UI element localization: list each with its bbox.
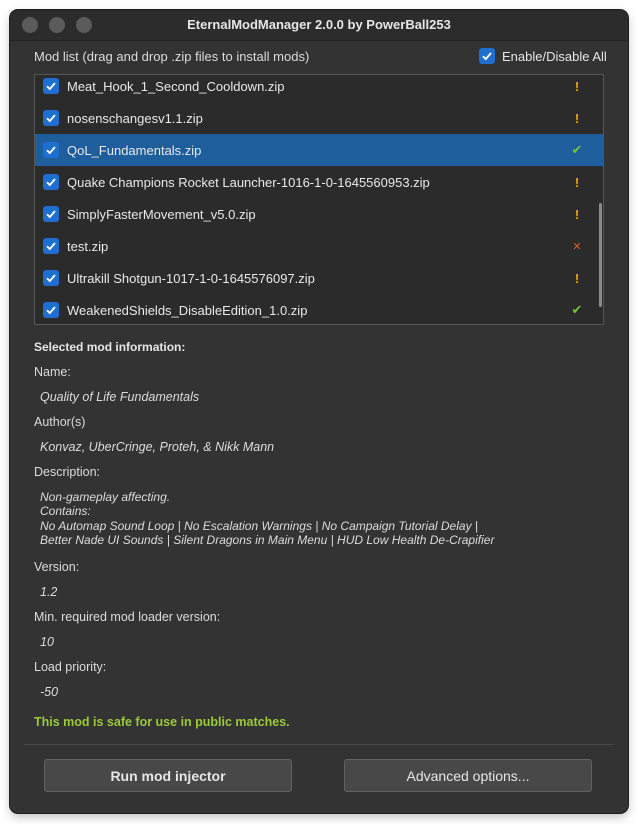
- description-label: Description:: [34, 465, 100, 479]
- mod-list-item[interactable]: Ultrakill Shotgun-1017-1-0-1645576097.zi…: [35, 262, 603, 294]
- mod-name: SimplyFasterMovement_v5.0.zip: [67, 206, 256, 222]
- name-value: Quality of Life Fundamentals: [40, 390, 200, 404]
- min-loader-version-label: Min. required mod loader version:: [34, 610, 221, 624]
- mod-list[interactable]: Meat_Hook_1_Second_Cooldown.zip ! nosens…: [34, 74, 604, 325]
- checkmark-icon: [46, 210, 56, 219]
- warning-icon: !: [574, 270, 580, 286]
- mod-checkbox[interactable]: [43, 110, 59, 126]
- mod-name: Ultrakill Shotgun-1017-1-0-1645576097.zi…: [67, 270, 315, 286]
- mod-list-item[interactable]: WeakenedShields_DisableEdition_1.0.zip ✔: [35, 294, 603, 324]
- load-priority-label: Load priority:: [34, 660, 107, 674]
- mod-checkbox[interactable]: [43, 78, 59, 94]
- authors-label: Author(s): [34, 415, 86, 429]
- mod-name: QoL_Fundamentals.zip: [67, 142, 202, 158]
- run-mod-injector-button[interactable]: Run mod injector: [44, 759, 292, 792]
- mod-checkbox[interactable]: [43, 142, 59, 158]
- mod-checkbox[interactable]: [43, 270, 59, 286]
- mod-list-scrollbar[interactable]: [599, 203, 602, 307]
- enable-all-checkbox[interactable]: [479, 48, 495, 64]
- description-line: Better Nade UI Sounds | Silent Dragons i…: [40, 533, 495, 547]
- enable-all-label: Enable/Disable All: [502, 48, 607, 64]
- mod-list-item[interactable]: Meat_Hook_1_Second_Cooldown.zip !: [35, 75, 603, 102]
- mod-checkbox[interactable]: [43, 206, 59, 222]
- version-label: Version:: [34, 560, 80, 574]
- warning-icon: !: [574, 174, 580, 190]
- mod-name: WeakenedShields_DisableEdition_1.0.zip: [67, 302, 308, 318]
- checkmark-icon: [46, 114, 56, 123]
- mod-list-header: Mod list (drag and drop .zip files to in…: [34, 49, 310, 64]
- name-label: Name:: [34, 365, 71, 379]
- divider: [24, 744, 614, 745]
- checkmark-icon: [46, 274, 56, 283]
- warning-icon: !: [574, 206, 580, 222]
- authors-value: Konvaz, UberCringe, Proteh, & Nikk Mann: [40, 440, 275, 454]
- mod-checkbox[interactable]: [43, 302, 59, 318]
- mod-list-item[interactable]: test.zip ✕: [35, 230, 603, 262]
- mod-list-item[interactable]: nosenschangesv1.1.zip !: [35, 102, 603, 134]
- checkmark-icon: [46, 146, 56, 155]
- enable-all-toggle[interactable]: Enable/Disable All: [479, 48, 607, 64]
- mod-name: Meat_Hook_1_Second_Cooldown.zip: [67, 78, 285, 94]
- checkmark-icon: [482, 52, 492, 61]
- checkmark-icon: [46, 242, 56, 251]
- mod-checkbox[interactable]: [43, 174, 59, 190]
- mod-list-item-selected[interactable]: QoL_Fundamentals.zip ✔: [35, 134, 603, 166]
- app-window: EternalModManager 2.0.0 by PowerBall253 …: [10, 10, 628, 813]
- selected-mod-info-heading: Selected mod information:: [34, 340, 186, 354]
- warning-icon: !: [574, 110, 580, 126]
- description-line: Non-gameplay affecting.: [40, 490, 171, 504]
- checkmark-icon: [46, 178, 56, 187]
- min-loader-version-value: 10: [40, 635, 54, 649]
- window-title: EternalModManager 2.0.0 by PowerBall253: [187, 17, 451, 32]
- mod-name: test.zip: [67, 238, 109, 254]
- checkmark-icon: [46, 306, 56, 315]
- mod-list-item[interactable]: Quake Champions Rocket Launcher-1016-1-0…: [35, 166, 603, 198]
- description-line: Contains:: [40, 504, 91, 518]
- ok-check-icon: ✔: [571, 142, 583, 157]
- title-bar: EternalModManager 2.0.0 by PowerBall253: [10, 10, 628, 41]
- mod-checkbox[interactable]: [43, 238, 59, 254]
- advanced-options-button[interactable]: Advanced options...: [344, 759, 592, 792]
- load-priority-value: -50: [40, 685, 59, 699]
- description-line: No Automap Sound Loop | No Escalation Wa…: [40, 519, 479, 533]
- mod-list-item[interactable]: SimplyFasterMovement_v5.0.zip !: [35, 198, 603, 230]
- ok-check-icon: ✔: [571, 302, 583, 317]
- safe-status-message: This mod is safe for use in public match…: [34, 715, 290, 729]
- mod-name: Quake Champions Rocket Launcher-1016-1-0…: [67, 174, 430, 190]
- checkmark-icon: [46, 82, 56, 91]
- mod-name: nosenschangesv1.1.zip: [67, 110, 203, 126]
- error-x-icon: ✕: [572, 240, 582, 253]
- warning-icon: !: [574, 78, 580, 94]
- version-value: 1.2: [40, 585, 58, 599]
